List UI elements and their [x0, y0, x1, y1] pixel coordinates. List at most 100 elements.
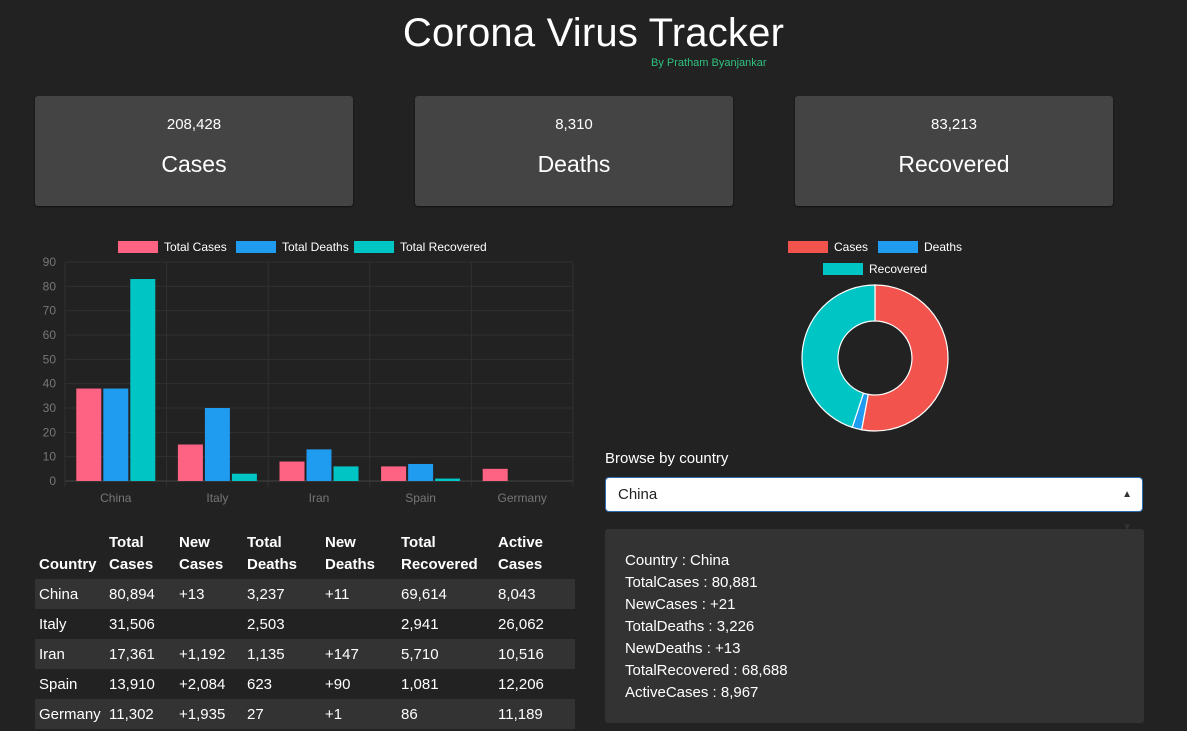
- table-row: Spain 13,910 +2,084 623 +90 1,081 12,206: [35, 669, 575, 699]
- cell-total-cases: 31,506: [109, 615, 155, 633]
- recovered-label: Recovered: [898, 151, 1010, 177]
- country-select[interactable]: China ▲ ▼: [605, 477, 1143, 533]
- detail-new-cases: NewCases : +21: [625, 596, 736, 613]
- cell-new-deaths: +11: [325, 585, 350, 603]
- cases-label: Cases: [161, 151, 227, 177]
- cell-total-recovered: 1,081: [401, 675, 439, 693]
- cell-new-deaths: +90: [325, 675, 351, 693]
- bar: [231, 473, 257, 481]
- recovered-count: 83,213: [931, 116, 977, 133]
- y-tick-label: 90: [43, 255, 57, 269]
- col-total-deaths: Total Deaths: [247, 534, 298, 573]
- bar: [177, 444, 203, 481]
- legend-swatch: [878, 241, 918, 253]
- detail-country: Country : China: [625, 552, 730, 569]
- cell-active-cases: 11,189: [498, 705, 543, 723]
- cell-total-recovered: 2,941: [401, 615, 439, 633]
- col-country: Country: [39, 556, 97, 573]
- cell-new-deaths: [321, 609, 397, 639]
- col-active-cases: Active Cases: [498, 534, 544, 573]
- cell-total-cases: 13,910: [109, 675, 155, 693]
- cell-total-deaths: 623: [247, 675, 273, 693]
- cell-country: Italy: [39, 615, 67, 633]
- cell-new-cases: +1,935: [179, 705, 226, 723]
- cell-new-deaths: +1: [325, 705, 343, 723]
- bar: [306, 449, 332, 481]
- col-total-recovered: Total Recovered: [401, 534, 478, 573]
- col-new-deaths: New Deaths: [325, 534, 376, 573]
- y-tick-label: 40: [43, 377, 57, 391]
- deaths-card: 8,310 Deaths: [415, 96, 733, 206]
- bar: [381, 466, 407, 481]
- deaths-count: 8,310: [555, 116, 593, 133]
- legend-swatch: [236, 241, 276, 253]
- bar: [130, 279, 156, 481]
- y-tick-label: 10: [43, 450, 57, 464]
- cell-active-cases: 10,516: [498, 645, 544, 663]
- cell-total-cases: 80,894: [109, 585, 155, 603]
- y-tick-label: 30: [43, 401, 57, 415]
- detail-total-deaths: TotalDeaths : 3,226: [625, 618, 755, 635]
- bar-chart: Total Cases Total Deaths Total Recovered 90…: [43, 240, 574, 505]
- cell-new-deaths: +147: [325, 645, 359, 663]
- legend-swatch: [788, 241, 828, 253]
- cell-total-deaths: 2,503: [247, 615, 285, 633]
- cell-total-recovered: 86: [401, 705, 418, 723]
- legend-swatch: [118, 241, 158, 253]
- cell-country: Germany: [39, 705, 101, 723]
- legend-label: Total Recovered: [400, 240, 487, 254]
- legend-label: Recovered: [869, 262, 927, 276]
- y-tick-label: 20: [43, 425, 57, 439]
- country-select-value: China: [618, 486, 658, 503]
- cell-total-cases: 11,302: [109, 705, 154, 723]
- bar: [76, 388, 102, 481]
- detail-new-deaths: NewDeaths : +13: [625, 640, 741, 657]
- y-tick-label: 0: [49, 474, 56, 488]
- cell-active-cases: 26,062: [498, 615, 544, 633]
- y-tick-label: 80: [43, 279, 57, 293]
- bar: [435, 478, 461, 481]
- detail-active-cases: ActiveCases : 8,967: [625, 684, 759, 701]
- browse-label: Browse by country: [605, 450, 729, 467]
- y-tick-label: 70: [43, 304, 57, 318]
- legend-label: Cases: [834, 240, 868, 254]
- bar: [408, 463, 434, 481]
- table-row: Iran 17,361 +1,192 1,135 +147 5,710 10,5…: [35, 639, 575, 669]
- page-subtitle: By Pratham Byanjankar: [651, 57, 767, 69]
- cell-total-recovered: 69,614: [401, 585, 447, 603]
- country-detail-box: Country : China TotalCases : 80,881 NewC…: [605, 529, 1144, 723]
- cell-total-recovered: 5,710: [401, 645, 439, 663]
- legend-label: Total Cases: [164, 240, 227, 254]
- cell-new-cases: +2,084: [179, 675, 226, 693]
- x-tick-label: Spain: [405, 491, 436, 505]
- x-tick-label: China: [100, 491, 132, 505]
- x-tick-label: Germany: [498, 491, 547, 505]
- x-tick-label: Iran: [309, 491, 330, 505]
- legend-swatch: [354, 241, 394, 253]
- cell-active-cases: 8,043: [498, 585, 536, 603]
- deaths-label: Deaths: [537, 151, 611, 177]
- detail-total-cases: TotalCases : 80,881: [625, 574, 758, 591]
- y-tick-label: 60: [43, 328, 57, 342]
- legend-swatch: [823, 263, 863, 275]
- bar: [482, 468, 508, 481]
- bar: [279, 461, 305, 481]
- table-row: China 80,894 +13 3,237 +11 69,614 8,043: [35, 579, 575, 609]
- donut-chart: Cases Deaths Recovered: [788, 240, 962, 432]
- cell-total-cases: 17,361: [109, 645, 155, 663]
- cell-new-cases: +13: [179, 585, 205, 603]
- detail-total-recovered: TotalRecovered : 68,688: [625, 662, 788, 679]
- page-header: Corona Virus Tracker: [0, 8, 1187, 58]
- page-title: Corona Virus Tracker: [402, 11, 785, 55]
- legend-label: Deaths: [924, 240, 962, 254]
- table-row: Germany 11,302 +1,935 27 +1 86 11,189: [35, 699, 575, 729]
- legend-label: Total Deaths: [282, 240, 349, 254]
- cell-total-deaths: 27: [247, 705, 264, 723]
- bar: [333, 466, 359, 481]
- cell-new-cases: [175, 609, 243, 639]
- col-total-cases: Total Cases: [109, 534, 154, 573]
- col-new-cases: New Cases: [179, 534, 224, 573]
- cell-country: China: [39, 585, 79, 603]
- cell-country: Iran: [39, 645, 65, 663]
- cell-total-deaths: 1,135: [247, 645, 285, 663]
